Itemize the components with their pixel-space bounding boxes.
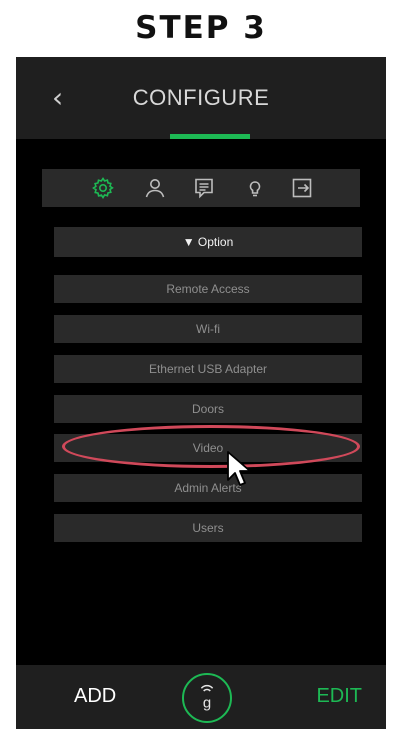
- menu-item-remote-access[interactable]: Remote Access: [54, 275, 362, 303]
- option-dropdown[interactable]: ▼ Option: [54, 227, 362, 257]
- mouse-cursor-icon: [226, 450, 254, 488]
- gear-icon[interactable]: [91, 176, 115, 200]
- menu-item-admin-alerts[interactable]: Admin Alerts: [54, 474, 362, 502]
- bottom-bar: ADD g EDIT: [16, 665, 386, 729]
- menu-item-video[interactable]: Video: [54, 434, 362, 462]
- user-icon[interactable]: [143, 176, 167, 200]
- brand-logo-icon[interactable]: g: [182, 673, 232, 723]
- step-title: STEP 3: [135, 10, 267, 46]
- phone-screen: ‹ CONFIGURE ▼ Option Remote Access Wi-fi…: [16, 57, 386, 729]
- tab-underline: [170, 134, 250, 139]
- page-title: CONFIGURE: [132, 85, 270, 110]
- logo-letter: g: [203, 694, 211, 711]
- message-icon[interactable]: [192, 176, 216, 200]
- settings-toolbar: [42, 169, 360, 207]
- menu-item-users[interactable]: Users: [54, 514, 362, 542]
- lightbulb-icon[interactable]: [243, 176, 267, 200]
- edit-button[interactable]: EDIT: [316, 685, 362, 708]
- menu-item-wifi[interactable]: Wi-fi: [54, 315, 362, 343]
- logout-icon[interactable]: [290, 176, 314, 200]
- app-header: ‹ CONFIGURE: [16, 57, 386, 139]
- add-button[interactable]: ADD: [74, 685, 116, 708]
- menu-item-doors[interactable]: Doors: [54, 395, 362, 423]
- menu-item-ethernet-usb-adapter[interactable]: Ethernet USB Adapter: [54, 355, 362, 383]
